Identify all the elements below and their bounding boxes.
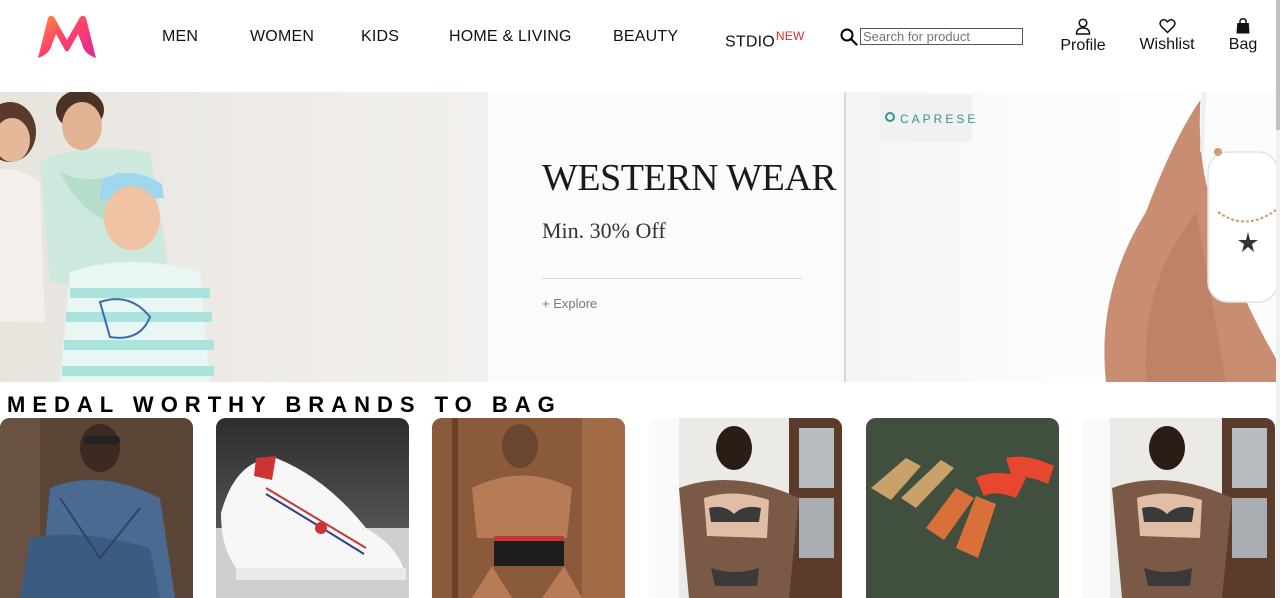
brand-card[interactable] — [649, 418, 842, 598]
family-photo — [0, 92, 214, 382]
brand-card[interactable] — [0, 418, 193, 598]
family-hero-image — [0, 92, 488, 382]
explore-link[interactable]: + Explore — [542, 296, 597, 311]
nav-menu-label: STDIO — [725, 33, 775, 51]
promo-divider — [542, 278, 802, 279]
brand-card[interactable] — [866, 418, 1059, 598]
section-title: MEDAL WORTHY BRANDS TO BAG — [7, 392, 562, 417]
nav-menu-women[interactable]: WOMEN — [250, 28, 314, 46]
myntra-logo-icon[interactable] — [36, 14, 98, 60]
promo-title: WESTERN WEAR — [542, 157, 837, 199]
scrollbar-thumb[interactable] — [1276, 0, 1280, 130]
nav-menu-label: WOMEN — [250, 28, 315, 45]
promo-subtitle: Min. 30% Off — [542, 218, 666, 243]
nav-menu-label: KIDS — [361, 28, 400, 45]
profile-label: Profile — [1060, 37, 1106, 54]
nav-menu-studio[interactable]: STDIONEW — [725, 29, 805, 51]
brand-card[interactable] — [1082, 418, 1275, 598]
person-icon — [1075, 18, 1091, 35]
nav-menu-men[interactable]: MEN — [162, 28, 198, 46]
profile-button[interactable]: Profile — [1060, 18, 1106, 55]
innerwear-model-image — [432, 418, 625, 598]
bag-button[interactable]: Bag — [1228, 18, 1258, 54]
brand-card[interactable] — [216, 418, 409, 598]
new-badge: NEW — [775, 29, 805, 43]
wishlist-button[interactable]: Wishlist — [1139, 18, 1195, 54]
brand-card[interactable] — [432, 418, 625, 598]
nav-menu-label: MEN — [162, 28, 199, 45]
wishlist-label: Wishlist — [1139, 36, 1195, 53]
denim-model-image — [0, 418, 193, 598]
hero-banner[interactable]: WESTERN WEAR Min. 30% Off + Explore CAPR… — [0, 92, 1276, 382]
nav-menu-label: HOME & LIVING — [449, 28, 572, 45]
caprese-promo-image: CAPRESE — [844, 92, 1276, 382]
page-scrollbar[interactable] — [1276, 0, 1280, 598]
western-wear-promo: WESTERN WEAR Min. 30% Off + Explore — [488, 92, 844, 382]
top-navbar: MEN WOMEN KIDS HOME & LIVING BEAUTY STDI… — [0, 0, 1280, 92]
nav-menu-beauty[interactable]: BEAUTY — [613, 28, 678, 46]
search-input[interactable] — [860, 28, 1023, 45]
bag-icon — [1236, 18, 1250, 34]
handbag-photo — [1104, 92, 1276, 382]
nav-menu-label: BEAUTY — [613, 28, 679, 45]
nav-menu-kids[interactable]: KIDS — [361, 28, 399, 46]
search-icon[interactable] — [840, 28, 858, 46]
heart-icon — [1158, 18, 1176, 34]
nav-menu-home-living[interactable]: HOME & LIVING — [449, 28, 572, 46]
heels-footwear-image — [866, 418, 1059, 598]
lingerie-model-image — [649, 418, 842, 598]
lingerie-model-image-2 — [1082, 418, 1275, 598]
bag-label: Bag — [1228, 36, 1258, 53]
white-sneaker-image — [216, 418, 409, 598]
